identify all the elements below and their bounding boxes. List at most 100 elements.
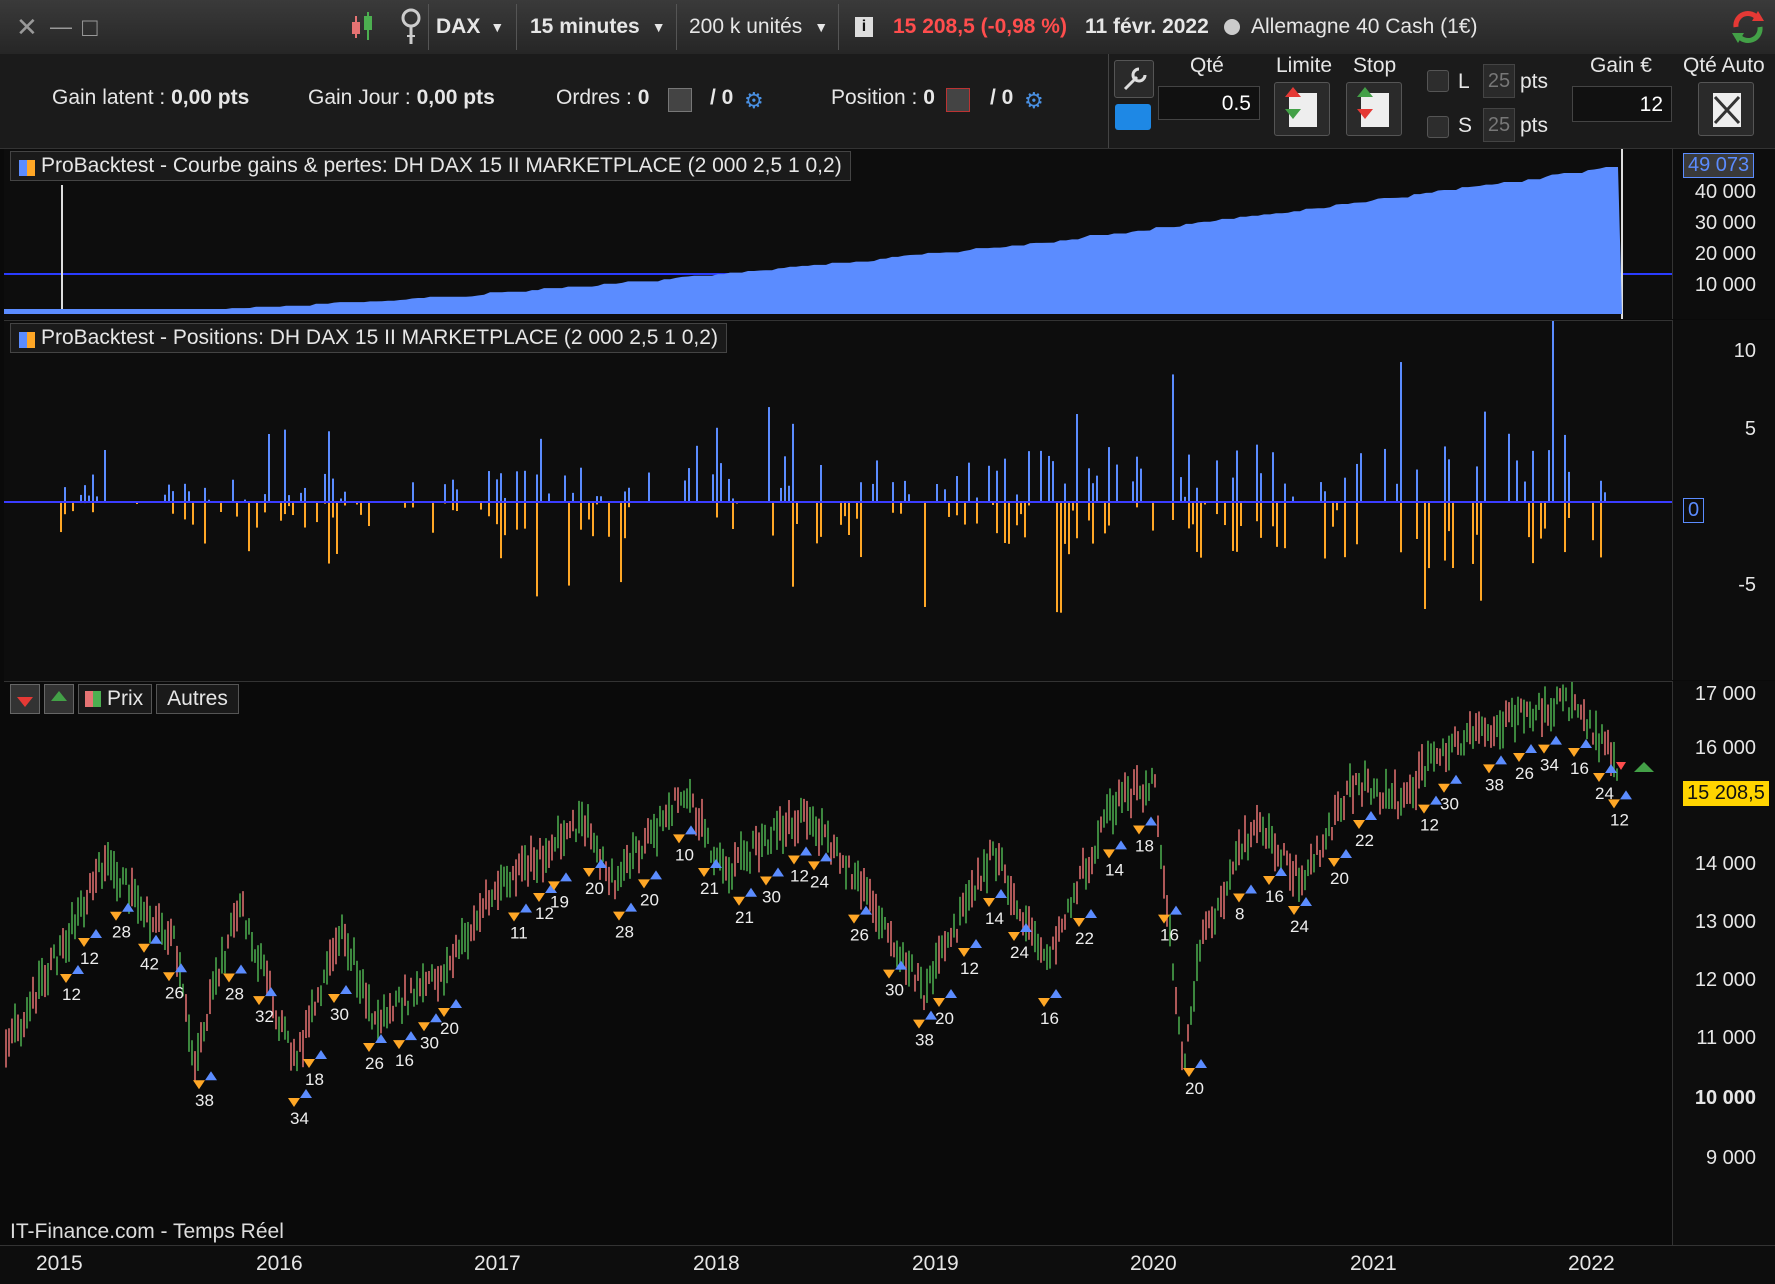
- equity-curve-panel[interactable]: ProBacktest - Courbe gains & pertes: DH …: [4, 149, 1672, 319]
- short-position-bar: [1428, 502, 1430, 568]
- buy-arrow-icon: [1450, 775, 1462, 784]
- sell-arrow-icon: [1353, 820, 1365, 829]
- gain-jour: Gain Jour : 0,00 pts: [308, 86, 495, 110]
- long-position-bar: [768, 407, 770, 502]
- sell-arrow-icon: [1418, 805, 1430, 814]
- info-icon[interactable]: i: [855, 0, 873, 54]
- price-change: 15 208,5 (-0,98 %): [893, 0, 1067, 54]
- equity-tick: 10 000: [1695, 274, 1756, 297]
- maximize-window-button[interactable]: □: [82, 0, 98, 54]
- auto-quantity-button[interactable]: [1698, 82, 1754, 136]
- long-position-bar: [936, 484, 938, 502]
- long-stop-checkbox[interactable]: [1427, 70, 1449, 92]
- long-position-bar: [1448, 459, 1450, 502]
- buy-arrow-icon: [235, 965, 247, 974]
- window-toolbar: ✕ — □ DAX▼ 15 minutes▼ 200 k unités▼ i 1…: [0, 0, 1775, 55]
- short-position-bar: [220, 502, 222, 512]
- long-position-bar: [92, 475, 94, 502]
- tab-prix[interactable]: Prix: [78, 684, 152, 714]
- long-position-bar: [696, 446, 698, 502]
- keyboard-icon[interactable]: [1115, 104, 1151, 130]
- buy-arrow-icon: [1495, 755, 1507, 764]
- units-selector[interactable]: 200 k unités▼: [689, 0, 828, 54]
- buy-arrow-icon: [1115, 840, 1127, 849]
- equity-legend[interactable]: ProBacktest - Courbe gains & pertes: DH …: [10, 151, 851, 181]
- trade-count-label: 22: [1075, 929, 1094, 948]
- long-position-bar: [1004, 459, 1006, 502]
- long-position-bar: [1028, 451, 1030, 502]
- price-tick: 17 000: [1695, 683, 1756, 706]
- long-position-bar: [1040, 451, 1042, 502]
- gear-icon[interactable]: ⚙: [1024, 88, 1044, 114]
- long-position-bar: [516, 471, 518, 502]
- stop-order-button[interactable]: [1346, 82, 1402, 136]
- long-position-bar: [956, 476, 958, 502]
- long-position-bar: [1400, 362, 1402, 502]
- short-position-bar: [1188, 502, 1190, 528]
- long-position-bar: [720, 463, 722, 502]
- gain-input[interactable]: 12: [1572, 86, 1672, 122]
- long-position-bar: [1016, 494, 1018, 502]
- short-position-bar: [172, 502, 174, 514]
- sell-arrow-button[interactable]: [10, 684, 40, 714]
- long-position-bar: [264, 494, 266, 502]
- positions-legend[interactable]: ProBacktest - Positions: DH DAX 15 II MA…: [10, 323, 727, 353]
- buy-arrow-icon: [1020, 923, 1032, 932]
- short-position-bar: [1600, 502, 1602, 557]
- positions-panel[interactable]: ProBacktest - Positions: DH DAX 15 II MA…: [4, 320, 1672, 681]
- sell-arrow-icon: [288, 1098, 300, 1107]
- short-points-input[interactable]: 25: [1483, 108, 1515, 142]
- candlestick-icon[interactable]: [348, 0, 382, 54]
- limit-order-button[interactable]: [1274, 82, 1330, 136]
- long-position-bar: [628, 488, 630, 502]
- link-icon[interactable]: [398, 0, 424, 54]
- short-position-bar: [860, 502, 862, 557]
- stop-label: Stop: [1353, 54, 1396, 78]
- long-position-bar: [780, 488, 782, 502]
- buy-arrow-icon: [150, 935, 162, 944]
- long-position-bar: [684, 480, 686, 502]
- year-label: 2022: [1568, 1252, 1615, 1276]
- positions-axis: 10 5 0 -5: [1672, 320, 1775, 680]
- short-position-bar: [184, 502, 186, 519]
- short-position-bar: [588, 502, 590, 519]
- cancel-orders-icon[interactable]: [668, 88, 692, 112]
- last-price-label: 15 208,5: [1683, 781, 1769, 806]
- close-window-button[interactable]: ✕: [16, 0, 38, 54]
- long-position-bar: [564, 475, 566, 502]
- gear-icon[interactable]: ⚙: [744, 88, 764, 114]
- long-position-bar: [988, 466, 990, 502]
- sell-arrow-icon: [1593, 773, 1605, 782]
- price-panel[interactable]: 1212284226382832341830261630201112192028…: [4, 681, 1672, 1246]
- long-position-bar: [1272, 452, 1274, 502]
- sell-arrow-icon: [1183, 1068, 1195, 1077]
- short-position-bar: [1152, 502, 1154, 531]
- instrument-selector[interactable]: DAX▼: [436, 0, 504, 54]
- buy-arrow-icon: [650, 870, 662, 879]
- long-points-input[interactable]: 25: [1483, 64, 1515, 98]
- current-date: 11 févr. 2022: [1085, 0, 1209, 54]
- close-position-icon[interactable]: [946, 88, 970, 112]
- tab-autres[interactable]: Autres: [156, 684, 239, 714]
- short-position-bar: [856, 502, 858, 519]
- short-position-bar: [248, 502, 250, 551]
- timeframe-selector[interactable]: 15 minutes▼: [530, 0, 666, 54]
- refresh-icon[interactable]: [1728, 0, 1768, 54]
- trade-count-label: 24: [1290, 917, 1309, 936]
- short-position-bar: [488, 502, 490, 516]
- short-position-bar: [280, 502, 282, 521]
- wrench-icon[interactable]: [1114, 60, 1154, 98]
- sell-arrow-icon: [673, 834, 685, 843]
- short-position-bar: [900, 502, 902, 514]
- long-position-bar: [716, 428, 718, 502]
- short-position-bar: [332, 502, 334, 518]
- long-position-bar: [524, 471, 526, 502]
- quantity-input[interactable]: 0.5: [1158, 86, 1260, 120]
- short-stop-checkbox[interactable]: [1427, 116, 1449, 138]
- long-position-bar: [1188, 455, 1190, 502]
- minimize-window-button[interactable]: —: [50, 0, 72, 54]
- trade-count-label: 38: [915, 1031, 934, 1050]
- short-position-bar: [1068, 502, 1070, 554]
- buy-arrow-button[interactable]: [44, 684, 74, 714]
- long-position-bar: [1444, 446, 1446, 502]
